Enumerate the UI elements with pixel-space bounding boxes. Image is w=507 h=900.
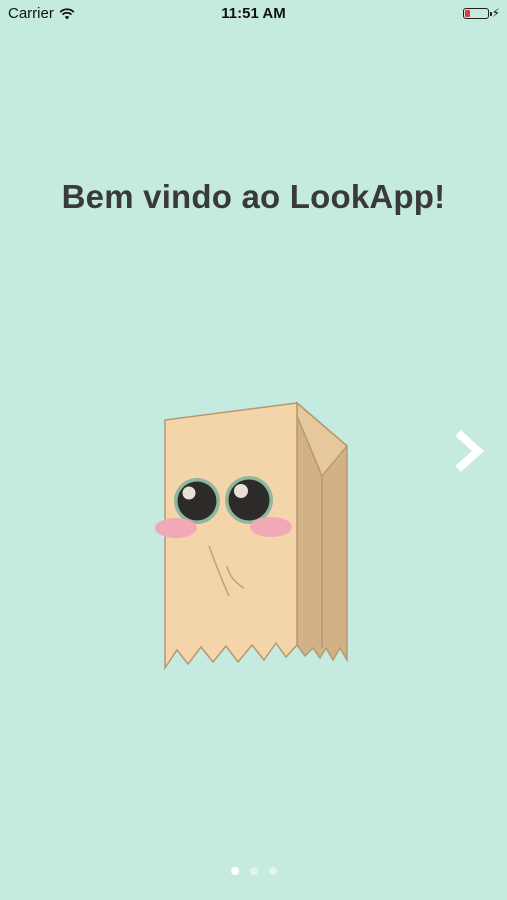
page-indicator[interactable] [0,867,507,875]
paper-bag-mascot-illustration [150,398,360,678]
status-bar: Carrier 11:51 AM ⚡ [0,0,507,28]
page-dot-1[interactable] [230,867,239,875]
battery-icon [462,7,492,19]
status-time: 11:51 AM [221,5,286,22]
chevron-right-icon [455,430,484,472]
paper-bag-icon [155,401,349,671]
page-dot-2[interactable] [249,867,258,875]
welcome-title: Bem vindo ao LookApp! [61,178,446,215]
battery-indicator: ⚡ [462,6,500,20]
page-dot-3[interactable] [268,867,277,875]
next-page-button[interactable] [446,428,490,474]
battery-level [464,9,470,17]
charging-bolt-icon: ⚡ [491,6,500,20]
